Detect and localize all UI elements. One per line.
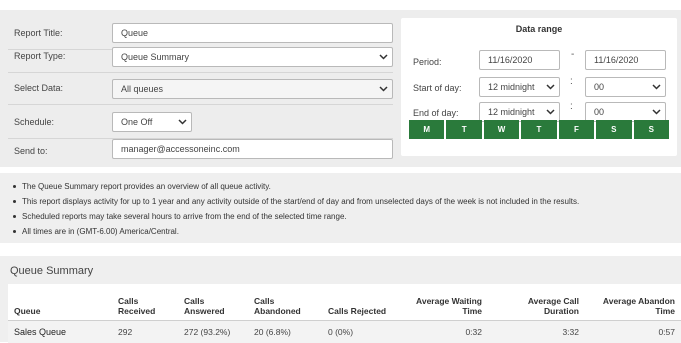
end-of-day-label: End of day: bbox=[413, 108, 459, 118]
chevron-down-icon bbox=[652, 109, 661, 115]
send-to-label: Send to: bbox=[14, 146, 48, 156]
note-item: All times are in (GMT-6.00) America/Cent… bbox=[22, 227, 179, 236]
col-header-avg-call-duration: Average Call Duration bbox=[488, 284, 585, 321]
data-range-box: Data range Period: 11/16/2020 - 11/16/20… bbox=[401, 18, 677, 156]
end-minute-value: 00 bbox=[594, 107, 604, 117]
chevron-down-icon bbox=[652, 84, 661, 90]
col-header-avg-abandon-time: Average Abandon Time bbox=[585, 284, 681, 321]
col-header-calls-rejected: Calls Rejected bbox=[322, 284, 398, 321]
chevron-down-icon bbox=[178, 119, 187, 125]
report-type-select[interactable]: Queue Summary bbox=[112, 47, 393, 67]
day-toggle-monday[interactable]: M bbox=[409, 120, 444, 139]
report-type-row: Report Type: Queue Summary bbox=[8, 41, 393, 73]
col-header-avg-waiting-time: Average Waiting Time bbox=[398, 284, 488, 321]
day-toggle-sunday[interactable]: S bbox=[634, 120, 669, 139]
cell-avg-waiting-time: 0:32 bbox=[398, 321, 488, 343]
select-data-row: Select Data: All queues bbox=[8, 73, 393, 105]
start-hour-value: 12 midnight bbox=[488, 82, 535, 92]
period-label: Period: bbox=[413, 57, 442, 67]
cell-avg-call-duration: 3:32 bbox=[488, 321, 585, 343]
select-data-value: All queues bbox=[121, 84, 163, 94]
report-title-input[interactable]: Queue bbox=[112, 23, 393, 43]
day-toggle-tuesday[interactable]: T bbox=[446, 120, 481, 139]
queue-summary-panel: Queue Summary Queue Calls Received Calls… bbox=[0, 256, 681, 342]
schedule-row: Schedule: One Off bbox=[8, 107, 393, 139]
end-time-separator: : bbox=[570, 101, 573, 112]
data-range-title: Data range bbox=[401, 24, 677, 34]
report-type-label: Report Type: bbox=[14, 51, 65, 61]
chevron-down-icon bbox=[379, 86, 388, 92]
send-to-row: Send to: manager@accessoneinc.com bbox=[8, 136, 393, 167]
period-to-value: 11/16/2020 bbox=[594, 55, 638, 65]
start-minute-select[interactable]: 00 bbox=[585, 77, 666, 97]
start-time-separator: : bbox=[570, 76, 573, 87]
end-hour-select[interactable]: 12 midnight bbox=[479, 102, 560, 122]
period-from-input[interactable]: 11/16/2020 bbox=[479, 50, 560, 70]
weekday-selector: M T W T F S S bbox=[409, 120, 669, 139]
cell-queue-name: Sales Queue bbox=[8, 321, 112, 343]
cell-calls-received: 292 bbox=[112, 321, 178, 343]
report-form-panel: Report Title: Queue Report Type: Queue S… bbox=[0, 10, 681, 167]
send-to-value: manager@accessoneinc.com bbox=[121, 144, 240, 154]
schedule-select[interactable]: One Off bbox=[112, 112, 192, 132]
cell-calls-rejected: 0 (0%) bbox=[322, 321, 398, 343]
chevron-down-icon bbox=[379, 54, 388, 60]
note-item: Scheduled reports may take several hours… bbox=[22, 212, 347, 221]
table-row: Sales Queue 292 272 (93.2%) 20 (6.8%) 0 … bbox=[8, 321, 681, 343]
day-toggle-thursday[interactable]: T bbox=[521, 120, 556, 139]
col-header-calls-abandoned: Calls Abandoned bbox=[248, 284, 322, 321]
col-header-queue: Queue bbox=[8, 284, 112, 321]
day-toggle-wednesday[interactable]: W bbox=[484, 120, 519, 139]
report-notes: The Queue Summary report provides an ove… bbox=[0, 173, 681, 243]
queue-summary-table: Queue Calls Received Calls Answered Call… bbox=[8, 284, 681, 343]
cell-avg-abandon-time: 0:57 bbox=[585, 321, 681, 343]
send-to-input[interactable]: manager@accessoneinc.com bbox=[112, 139, 393, 159]
period-separator: - bbox=[571, 49, 574, 60]
queue-summary-title: Queue Summary bbox=[10, 265, 93, 277]
period-to-input[interactable]: 11/16/2020 bbox=[585, 50, 666, 70]
cell-calls-answered: 272 (93.2%) bbox=[178, 321, 248, 343]
start-minute-value: 00 bbox=[594, 82, 604, 92]
select-data-label: Select Data: bbox=[14, 83, 63, 93]
start-hour-select[interactable]: 12 midnight bbox=[479, 77, 560, 97]
day-toggle-saturday[interactable]: S bbox=[596, 120, 631, 139]
end-minute-select[interactable]: 00 bbox=[585, 102, 666, 122]
start-of-day-label: Start of day: bbox=[413, 83, 462, 93]
note-item: This report displays activity for up to … bbox=[22, 197, 579, 206]
note-item: The Queue Summary report provides an ove… bbox=[22, 182, 271, 191]
schedule-value: One Off bbox=[121, 117, 152, 127]
report-title-value: Queue bbox=[121, 28, 148, 38]
day-toggle-friday[interactable]: F bbox=[559, 120, 594, 139]
period-from-value: 11/16/2020 bbox=[488, 55, 532, 65]
report-title-label: Report Title: bbox=[14, 28, 63, 38]
chevron-down-icon bbox=[546, 84, 555, 90]
col-header-calls-received: Calls Received bbox=[112, 284, 178, 321]
report-type-value: Queue Summary bbox=[121, 52, 189, 62]
table-header-row: Queue Calls Received Calls Answered Call… bbox=[8, 284, 681, 321]
schedule-label: Schedule: bbox=[14, 117, 54, 127]
select-data-select[interactable]: All queues bbox=[112, 79, 393, 99]
cell-calls-abandoned: 20 (6.8%) bbox=[248, 321, 322, 343]
col-header-calls-answered: Calls Answered bbox=[178, 284, 248, 321]
end-hour-value: 12 midnight bbox=[488, 107, 535, 117]
chevron-down-icon bbox=[546, 109, 555, 115]
